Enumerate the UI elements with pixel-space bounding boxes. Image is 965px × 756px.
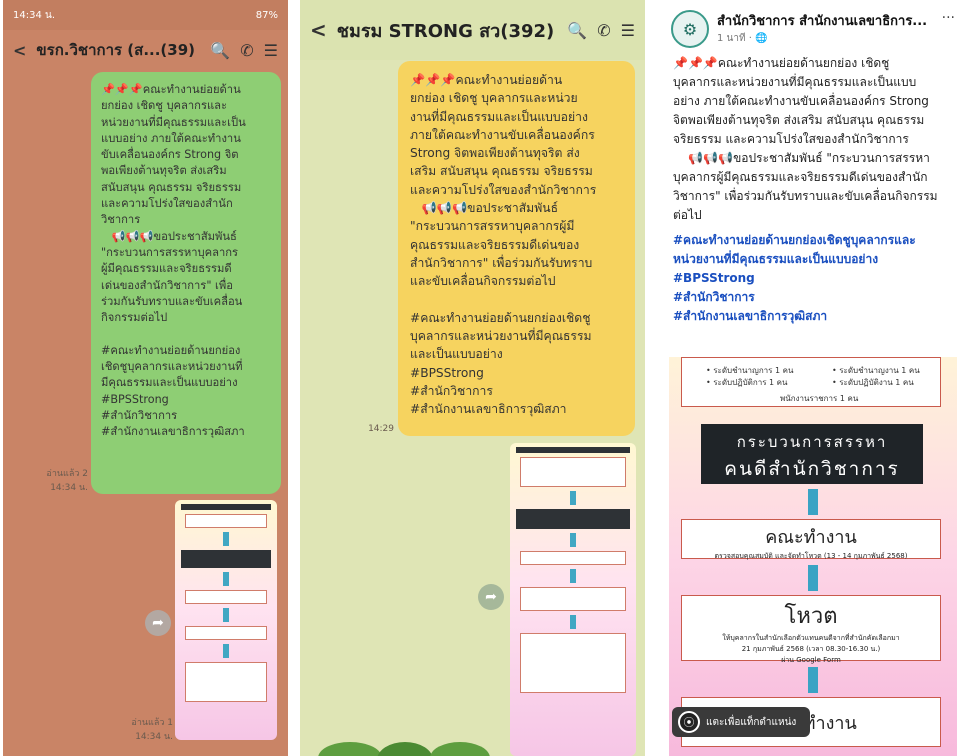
poster-arrow-3 xyxy=(223,608,229,622)
process-title-band: กระบวนการสรรหา คนดีสำนักวิชาการ xyxy=(701,424,923,484)
chat-header: < ขรก.วิชาการ (ส...(39) 🔍 ✆ ☰ xyxy=(3,30,288,70)
share-icon[interactable]: ➦ xyxy=(145,610,171,636)
poster-box-4 xyxy=(185,662,267,702)
poster-arrow-4 xyxy=(223,644,229,658)
message-time-2: 14:34 น. xyxy=(135,732,173,742)
level-4: • ระดับปฏิบัติงาน 1 คน xyxy=(832,378,914,387)
phone-icon[interactable]: ✆ xyxy=(240,41,253,60)
chat-screenshot-2: < ชมรม STRONG สว(392) 🔍 ✆ ☰ 📌📌📌คณะทำงานย… xyxy=(300,0,645,756)
post-meta: สำนักวิชาการ สำนักงานเลขาธิการ... 1 นาที… xyxy=(717,10,932,46)
more-options-icon[interactable]: ··· xyxy=(942,10,955,26)
location-pin-icon: ⦿ xyxy=(678,711,700,733)
poster-box xyxy=(185,514,267,528)
back-icon[interactable]: < xyxy=(13,41,26,60)
poster-box xyxy=(520,457,626,487)
search-icon[interactable]: 🔍 xyxy=(567,21,587,40)
tag-location-label: แตะเพื่อแท็กตำแหน่ง xyxy=(706,716,797,728)
message-time: 14:34 น. xyxy=(50,483,88,493)
step-vote: โหวต ให้บุคลากรในสำนักเลือกตัวแทนคนดีจาก… xyxy=(681,595,941,664)
phone-icon[interactable]: ✆ xyxy=(597,21,610,40)
poster-arrow-2 xyxy=(223,572,229,586)
globe-icon: 🌐 xyxy=(755,33,768,44)
status-time: 14:34 น. xyxy=(13,9,56,21)
poster-arrow-3 xyxy=(570,569,576,583)
search-icon[interactable]: 🔍 xyxy=(210,41,230,60)
poster-arrow xyxy=(570,491,576,505)
back-icon[interactable]: < xyxy=(310,18,327,42)
battery-indicator: 87% xyxy=(255,9,278,21)
poster-image[interactable]: • ระดับชำนาญการ 1 คน • ระดับปฏิบัติการ 1… xyxy=(669,357,957,756)
menu-icon[interactable]: ☰ xyxy=(264,41,278,60)
poster-box-3 xyxy=(520,587,626,611)
step-committee-desc: ตรวจสอบคุณสมบัติ และจัดทำโหวต (13 - 14 ก… xyxy=(714,552,908,560)
poster-band-2 xyxy=(516,509,630,529)
page-name[interactable]: สำนักวิชาการ สำนักงานเลขาธิการ... xyxy=(717,10,932,31)
post-time-text: 1 นาที · xyxy=(717,33,756,44)
poster-box-4 xyxy=(520,633,626,693)
step-committee: คณะทำงาน ตรวจสอบคุณสมบัติ และจัดทำโหวต (… xyxy=(681,519,941,560)
chat-title: ขรก.วิชาการ (ส...(39) xyxy=(36,41,195,59)
read-count: อ่านแล้ว 2 xyxy=(46,469,88,479)
post-header: ⚙ สำนักวิชาการ สำนักงานเลขาธิการ... 1 นา… xyxy=(661,0,965,54)
hills-sticker xyxy=(318,742,490,756)
levels-box: • ระดับชำนาญการ 1 คน • ระดับปฏิบัติการ 1… xyxy=(681,357,941,407)
poster-box-2 xyxy=(185,590,267,604)
poster-band xyxy=(516,447,630,453)
flow-arrow-1 xyxy=(808,489,818,515)
poster-arrow xyxy=(223,532,229,546)
poster-band-2 xyxy=(181,550,271,568)
page-avatar[interactable]: ⚙ xyxy=(671,10,709,48)
poster-arrow-2 xyxy=(570,533,576,547)
step-vote-title: โหวต xyxy=(784,604,838,629)
tag-location-chip[interactable]: ⦿ แตะเพื่อแท็กตำแหน่ง xyxy=(672,707,810,737)
level-2: • ระดับปฏิบัติการ 1 คน xyxy=(706,378,788,387)
band-title-2: คนดีสำนักวิชาการ xyxy=(724,458,900,480)
chat-title: ชมรม STRONG สว(392) xyxy=(336,20,555,42)
post-text: 📌📌📌คณะทำงานย่อยด้านยกย่อง เชิดชู บุคลากร… xyxy=(673,56,938,222)
level-5: พนักงานราชการ 1 คน xyxy=(780,394,859,403)
poster-arrow-4 xyxy=(570,615,576,629)
poster-image[interactable] xyxy=(175,500,277,740)
flow-arrow-2 xyxy=(808,565,818,591)
step-vote-desc-2: 21 กุมภาพันธ์ 2568 (เวลา 08.30-16.30 น.) xyxy=(741,645,881,653)
post-time: 1 นาที · 🌐 xyxy=(717,31,932,46)
chat-header: < ชมรม STRONG สว(392) 🔍 ✆ ☰ xyxy=(300,0,645,60)
step-committee-title: คณะทำงาน xyxy=(765,527,857,548)
facebook-post-screenshot: ⚙ สำนักวิชาการ สำนักงานเลขาธิการ... 1 นา… xyxy=(661,0,965,756)
poster-band xyxy=(181,504,271,510)
chat-screenshot-1: 14:34 น. 87% < ขรก.วิชาการ (ส...(39) 🔍 ✆… xyxy=(3,0,288,756)
message-bubble[interactable]: 📌📌📌คณะทำงานย่อยด้าน ยกย่อง เชิดชู บุคลาก… xyxy=(91,72,281,494)
read-receipt: อ่านแล้ว 2 14:34 น. xyxy=(33,466,88,494)
share-icon[interactable]: ➦ xyxy=(478,584,504,610)
message-time: 14:29 xyxy=(368,424,394,434)
status-bar: 14:34 น. 87% xyxy=(3,0,288,30)
step-vote-desc-3: ผ่าน Google Form xyxy=(781,656,841,664)
post-hashtags[interactable]: #คณะทำงานย่อยด้านยกย่องเชิดชูบุคลากรและ … xyxy=(661,225,965,326)
step-vote-desc-1: ให้บุคลากรในสำนักเลือกตัวแทนคนดีจากที่สำ… xyxy=(722,634,900,642)
poster-box-2 xyxy=(520,551,626,565)
poster-image[interactable] xyxy=(510,443,636,756)
band-title-1: กระบวนการสรรหา xyxy=(736,433,888,451)
message-bubble[interactable]: 📌📌📌คณะทำงานย่อยด้าน ยกย่อง เชิดชู บุคลาก… xyxy=(398,61,635,436)
poster-box-3 xyxy=(185,626,267,640)
menu-icon[interactable]: ☰ xyxy=(621,21,635,40)
sticker-decoration xyxy=(310,730,500,756)
flow-arrow-3 xyxy=(808,667,818,693)
read-count-2: อ่านแล้ว 1 xyxy=(131,718,173,728)
read-receipt-2: อ่านแล้ว 1 14:34 น. xyxy=(113,715,173,743)
